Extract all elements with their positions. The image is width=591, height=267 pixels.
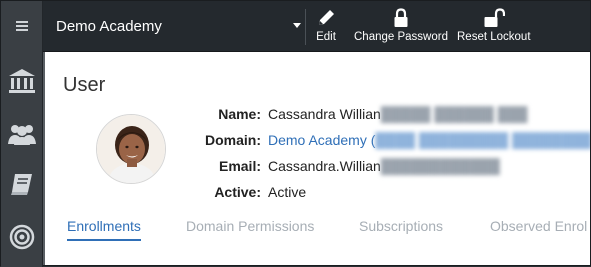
toolbar-divider <box>305 9 306 45</box>
tab-subscriptions[interactable]: Subscriptions <box>359 218 443 239</box>
tab-observed-enrollments[interactable]: Observed Enrol <box>490 218 587 239</box>
reset-lockout-button[interactable]: Reset Lockout <box>457 7 531 47</box>
domain-value: Demo Academy ( <box>268 132 376 148</box>
top-bar: Demo Academy Edit Change Password Reset … <box>43 1 590 52</box>
email-label: Email: <box>218 158 261 174</box>
edit-label: Edit <box>316 31 336 43</box>
edit-button[interactable]: Edit <box>316 7 336 47</box>
left-rail <box>1 1 43 267</box>
caret-down-icon <box>293 23 301 28</box>
institution-icon[interactable] <box>1 61 42 101</box>
academy-name: Demo Academy <box>56 17 162 35</box>
target-icon[interactable] <box>1 217 42 257</box>
users-icon[interactable] <box>1 114 42 154</box>
tab-enrollments[interactable]: Enrollments <box>67 218 141 241</box>
domain-label: Domain: <box>205 132 261 148</box>
page-title: User <box>63 74 106 96</box>
academy-selector[interactable]: Demo Academy <box>43 1 305 51</box>
tab-domain-permissions[interactable]: Domain Permissions <box>186 218 314 239</box>
name-value: Cassandra Willian <box>268 106 381 122</box>
main-content: User Name: Cassandra Willian█████ ██████… <box>43 52 590 265</box>
book-icon[interactable] <box>1 164 42 204</box>
change-password-label: Change Password <box>354 31 448 43</box>
active-value: Active <box>268 184 307 200</box>
redacted-text: █████ ██████ ███ <box>380 106 528 122</box>
tab-bar: Enrollments Domain Permissions Subscript… <box>45 218 590 242</box>
domain-link[interactable]: Demo Academy (████ █████████ ████████ <box>268 132 590 148</box>
active-label: Active: <box>214 184 261 200</box>
hamburger-menu-icon[interactable] <box>1 1 42 51</box>
redacted-text: ████ █████████ ████████ <box>375 132 590 148</box>
name-label: Name: <box>218 106 261 122</box>
lock-icon <box>393 7 409 29</box>
app-window: Demo Academy Edit Change Password Reset … <box>0 0 591 267</box>
unlock-icon <box>483 7 505 29</box>
redacted-text: ████████████ <box>380 158 500 174</box>
pencil-icon <box>316 7 336 29</box>
reset-lockout-label: Reset Lockout <box>457 31 531 43</box>
email-value: Cassandra.Willian <box>268 158 381 174</box>
change-password-button[interactable]: Change Password <box>354 7 448 47</box>
